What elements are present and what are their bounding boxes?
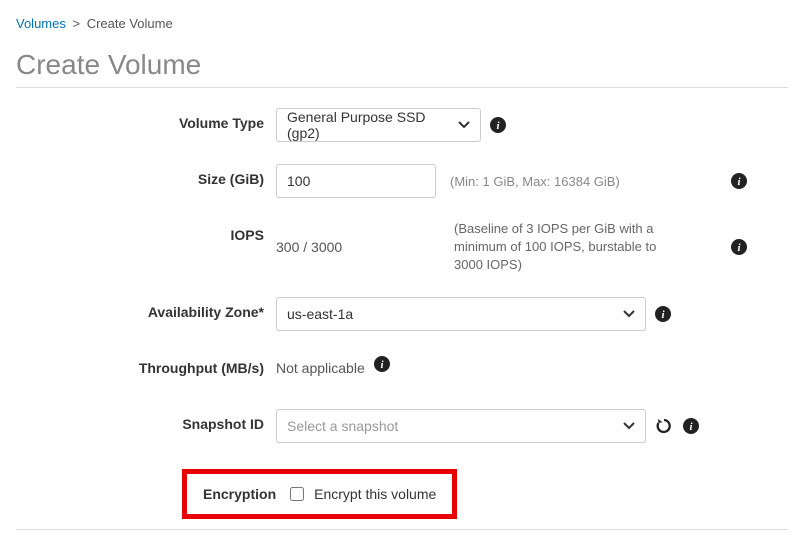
label-throughput: Throughput (MB/s)	[16, 353, 276, 376]
caret-down-icon	[623, 422, 635, 430]
info-icon[interactable]: i	[730, 238, 748, 256]
row-throughput: Throughput (MB/s) Not applicable i	[16, 353, 788, 387]
row-availability-zone: Availability Zone* us-east-1a i	[16, 297, 788, 331]
volume-type-select[interactable]: General Purpose SSD (gp2)	[276, 108, 481, 142]
iops-description: (Baseline of 3 IOPS per GiB with a minim…	[454, 220, 684, 275]
encryption-checkbox-label: Encrypt this volume	[314, 486, 436, 502]
refresh-icon[interactable]	[654, 416, 674, 436]
breadcrumb: Volumes > Create Volume	[16, 16, 788, 31]
label-encryption: Encryption	[203, 486, 276, 502]
breadcrumb-current: Create Volume	[87, 16, 173, 31]
size-hint: (Min: 1 GiB, Max: 16384 GiB)	[450, 174, 620, 189]
snapshot-placeholder: Select a snapshot	[287, 418, 398, 434]
page-title: Create Volume	[16, 49, 788, 88]
volume-type-value: General Purpose SSD (gp2)	[287, 109, 448, 141]
breadcrumb-separator: >	[73, 16, 81, 31]
caret-down-icon	[623, 310, 635, 318]
encryption-highlight: Encryption Encrypt this volume	[182, 469, 457, 519]
label-iops: IOPS	[16, 220, 276, 243]
info-icon[interactable]: i	[489, 116, 507, 134]
breadcrumb-parent-link[interactable]: Volumes	[16, 16, 66, 31]
info-icon[interactable]: i	[654, 305, 672, 323]
caret-down-icon	[458, 121, 470, 129]
az-select[interactable]: us-east-1a	[276, 297, 646, 331]
row-encryption: Encryption Encrypt this volume	[16, 465, 788, 530]
throughput-value: Not applicable	[276, 353, 365, 376]
label-volume-type: Volume Type	[16, 108, 276, 131]
label-az: Availability Zone*	[16, 297, 276, 320]
info-icon[interactable]: i	[682, 417, 700, 435]
row-snapshot: Snapshot ID Select a snapshot i	[16, 409, 788, 443]
iops-value: 300 / 3000	[276, 239, 436, 255]
size-input[interactable]	[276, 164, 436, 198]
az-value: us-east-1a	[287, 306, 353, 322]
create-volume-form: Volume Type General Purpose SSD (gp2) i …	[16, 108, 788, 530]
snapshot-select[interactable]: Select a snapshot	[276, 409, 646, 443]
encryption-checkbox[interactable]	[290, 487, 304, 501]
row-size: Size (GiB) (Min: 1 GiB, Max: 16384 GiB) …	[16, 164, 788, 198]
info-icon[interactable]: i	[373, 355, 391, 373]
label-size: Size (GiB)	[16, 164, 276, 187]
label-snapshot: Snapshot ID	[16, 409, 276, 432]
row-volume-type: Volume Type General Purpose SSD (gp2) i	[16, 108, 788, 142]
row-iops: IOPS 300 / 3000 (Baseline of 3 IOPS per …	[16, 220, 788, 275]
info-icon[interactable]: i	[730, 172, 748, 190]
